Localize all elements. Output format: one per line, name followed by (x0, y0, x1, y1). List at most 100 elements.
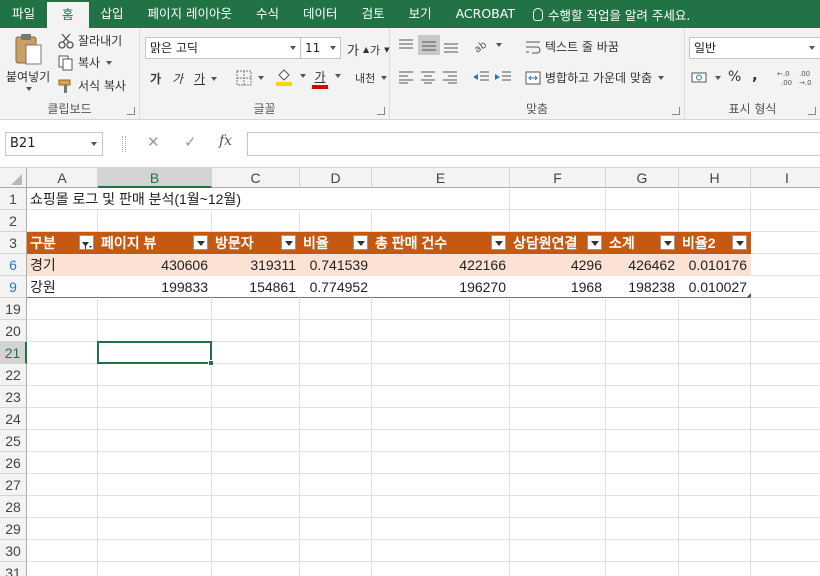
cell-c25[interactable] (212, 430, 300, 452)
cell-e23[interactable] (372, 386, 510, 408)
cell-a19[interactable] (27, 298, 98, 320)
cell-h26[interactable] (679, 452, 751, 474)
row-header-29[interactable]: 29 (0, 518, 27, 540)
cell-i28[interactable] (751, 496, 820, 518)
cell-g28[interactable] (606, 496, 679, 518)
table-header-cell[interactable]: 방문자 (212, 232, 300, 254)
cell-f28[interactable] (510, 496, 606, 518)
cell-i6[interactable] (751, 254, 820, 276)
shrink-font-button[interactable]: 가 ▼ (370, 42, 390, 58)
row-header-19[interactable]: 19 (0, 298, 27, 320)
cell-d28[interactable] (300, 496, 372, 518)
cell-e30[interactable] (372, 540, 510, 562)
font-color-dropdown[interactable] (333, 74, 341, 78)
cell-d21[interactable] (300, 342, 372, 364)
currency-button[interactable] (691, 70, 721, 86)
cell-a21[interactable] (27, 342, 98, 364)
column-header-c[interactable]: C (212, 168, 300, 188)
cell-h24[interactable] (679, 408, 751, 430)
cell-h23[interactable] (679, 386, 751, 408)
cell-d24[interactable] (300, 408, 372, 430)
cell-f25[interactable] (510, 430, 606, 452)
cell-a23[interactable] (27, 386, 98, 408)
cell-d26[interactable] (300, 452, 372, 474)
table-cell[interactable]: 강원 (27, 276, 98, 298)
cell-c28[interactable] (212, 496, 300, 518)
row-header-23[interactable]: 23 (0, 386, 27, 408)
table-cell[interactable]: 430606 (98, 254, 212, 276)
cell-e28[interactable] (372, 496, 510, 518)
cell-g23[interactable] (606, 386, 679, 408)
cell-d27[interactable] (300, 474, 372, 496)
cell-a28[interactable] (27, 496, 98, 518)
increase-indent-icon[interactable] (494, 70, 512, 84)
grow-font-button[interactable]: 가 ▲ (347, 40, 369, 59)
cell-i29[interactable] (751, 518, 820, 540)
cell-i20[interactable] (751, 320, 820, 342)
cell-i22[interactable] (751, 364, 820, 386)
cell-b22[interactable] (98, 364, 212, 386)
font-name-combo[interactable]: 맑은 고딕 (145, 37, 301, 59)
cell-c30[interactable] (212, 540, 300, 562)
cell-f24[interactable] (510, 408, 606, 430)
cell-i21[interactable] (751, 342, 820, 364)
row-header-30[interactable]: 30 (0, 540, 27, 562)
tell-me-box[interactable]: 수행할 작업을 알려 주세요. (527, 5, 690, 24)
table-header-cell[interactable]: 상담원연결 (510, 232, 606, 254)
wrap-text-button[interactable]: 텍스트 줄 바꿈 (525, 38, 619, 55)
row-header-21[interactable]: 21 (0, 342, 27, 364)
cell-e2[interactable] (372, 210, 510, 232)
cell-f29[interactable] (510, 518, 606, 540)
cell-d30[interactable] (300, 540, 372, 562)
cell-h21[interactable] (679, 342, 751, 364)
cell-b23[interactable] (98, 386, 212, 408)
cell-i3[interactable] (751, 232, 820, 254)
cell-d20[interactable] (300, 320, 372, 342)
row-header-2[interactable]: 2 (0, 210, 27, 232)
formula-input[interactable] (247, 132, 820, 156)
cell-f22[interactable] (510, 364, 606, 386)
underline-button[interactable]: 가 (194, 70, 218, 87)
cell-g25[interactable] (606, 430, 679, 452)
table-cell[interactable]: 196270 (372, 276, 510, 298)
cell-h20[interactable] (679, 320, 751, 342)
row-header-1[interactable]: 1 (0, 188, 27, 210)
cell-h1[interactable] (679, 188, 751, 210)
filter-dropdown-icon[interactable] (660, 235, 675, 250)
cell-e27[interactable] (372, 474, 510, 496)
cancel-icon[interactable]: ✕ (147, 133, 160, 151)
alignment-launcher-icon[interactable] (672, 107, 680, 115)
cell-g26[interactable] (606, 452, 679, 474)
table-cell[interactable]: 0.741539 (300, 254, 372, 276)
cell-f30[interactable] (510, 540, 606, 562)
table-cell[interactable]: 0.010027 (679, 276, 751, 298)
row-header-26[interactable]: 26 (0, 452, 27, 474)
filter-dropdown-icon[interactable] (193, 235, 208, 250)
cell-i31[interactable] (751, 562, 820, 576)
row-header-27[interactable]: 27 (0, 474, 27, 496)
cell-b26[interactable] (98, 452, 212, 474)
cell-h22[interactable] (679, 364, 751, 386)
cell-g20[interactable] (606, 320, 679, 342)
cell-i1[interactable] (751, 188, 820, 210)
filter-dropdown-icon[interactable] (353, 235, 368, 250)
font-color-button[interactable]: 가 (312, 68, 328, 89)
cell-b19[interactable] (98, 298, 212, 320)
cell-h28[interactable] (679, 496, 751, 518)
cell-h31[interactable] (679, 562, 751, 576)
column-header-h[interactable]: H (679, 168, 751, 188)
merge-center-button[interactable]: 병합하고 가운데 맞춤 (525, 69, 664, 86)
table-header-cell[interactable]: 총 판매 건수 (372, 232, 510, 254)
table-header-cell[interactable]: 페이지 뷰 (98, 232, 212, 254)
filter-dropdown-icon[interactable] (587, 235, 602, 250)
cell-b28[interactable] (98, 496, 212, 518)
cell-h30[interactable] (679, 540, 751, 562)
cell-a31[interactable] (27, 562, 98, 576)
table-cell[interactable]: 426462 (606, 254, 679, 276)
tab-data[interactable]: 데이터 (291, 0, 350, 28)
align-middle-button[interactable] (418, 35, 440, 55)
orientation-button[interactable]: ab (472, 37, 502, 53)
tab-page-layout[interactable]: 페이지 레이아웃 (136, 0, 244, 28)
row-header-6[interactable]: 6 (0, 254, 27, 276)
cell-i30[interactable] (751, 540, 820, 562)
